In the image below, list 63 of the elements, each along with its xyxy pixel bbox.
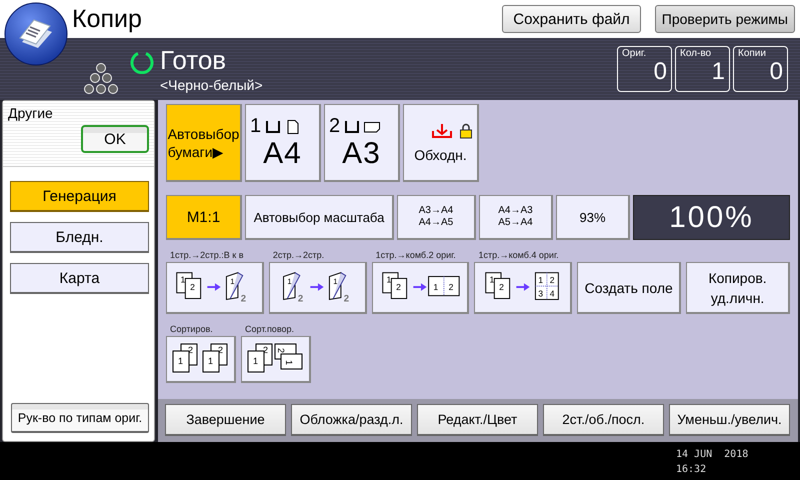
bypass-tray-button[interactable]: Обходн. (403, 104, 479, 182)
ratio-button[interactable]: M1:1 (166, 195, 242, 240)
option-caption: Сортиров. (169, 324, 214, 336)
ratio-preset-label: A4→A5 (418, 217, 454, 229)
counter-label: Копии (738, 48, 767, 59)
status-text: Готов (160, 45, 228, 75)
tray-icon (265, 120, 282, 134)
function-tab[interactable]: Уменьш./увелич. (669, 404, 790, 436)
paper-size: A3 (342, 138, 381, 170)
original-type-button[interactable]: Бледн. (10, 222, 149, 253)
ratio-preset-button[interactable]: A4→A3 A5→A4 (479, 195, 553, 240)
function-button[interactable]: Копиров. уд.личн. (686, 262, 790, 314)
ratio-button[interactable]: 93% (556, 195, 630, 240)
lock-icon (459, 122, 473, 138)
option-caption: 1стр.→комб.4 ориг. (477, 250, 560, 262)
app-title: Копир (72, 4, 143, 34)
date-text: 14 JUN 2018 (676, 448, 750, 462)
layout-button[interactable]: 1 2 1 2 (166, 262, 264, 314)
counter-label: Ориг. (622, 48, 648, 59)
option-caption: Сорт.повор. (244, 324, 296, 336)
layout-button[interactable]: 1 2 1 2 3 4 (474, 262, 572, 314)
ratio-preset-label: A3→A4 (418, 205, 454, 217)
option-caption: 1стр.→2стр.:В к в (169, 250, 244, 262)
check-modes-button[interactable]: Проверить режимы (654, 5, 795, 33)
time-text: 16:32 (676, 463, 708, 477)
tray-number: 1 (250, 115, 262, 138)
counter-value: 0 (768, 59, 783, 85)
function-tab[interactable]: Обложка/разд.л. (291, 404, 412, 436)
save-file-button[interactable]: Сохранить файл (502, 5, 641, 33)
bypass-icon (431, 122, 453, 138)
color-mode-text: <Черно-белый> (160, 77, 264, 93)
tray-number: 2 (329, 115, 340, 138)
function-button[interactable]: Создать поле (577, 262, 682, 314)
option-caption: 2стр.→2стр. (272, 250, 326, 262)
paper-tray-button[interactable]: 1 A4 (245, 104, 321, 182)
counter-value: 0 (652, 59, 667, 85)
page-icon (285, 120, 302, 134)
original-type-button[interactable]: Генерация (10, 181, 149, 212)
paper-size: A4 (263, 138, 302, 170)
ok-button[interactable]: OK (81, 125, 149, 153)
function-tab[interactable]: Редакт./Цвет (417, 404, 538, 436)
guide-button[interactable]: Рук-во по типам ориг. (11, 403, 149, 433)
bypass-label: Обходн. (414, 146, 467, 162)
paper-tray-button[interactable]: 2 A3 (324, 104, 400, 182)
function-tab[interactable]: Завершение (165, 404, 286, 436)
dots-icon (84, 63, 118, 95)
ratio-preset-label: A4→A3 (497, 205, 534, 217)
panel-title: Другие (8, 105, 54, 121)
auto-paper-button[interactable]: Автовыбор бумаги▶ (166, 104, 242, 182)
layout-button[interactable]: 1 2 1 2 (268, 262, 367, 314)
status-ring-icon (130, 50, 154, 74)
option-caption: 1стр.→комб.2 ориг. (374, 250, 457, 262)
ratio-preset-button[interactable]: A3→A4 A4→A5 (397, 195, 476, 240)
original-type-button[interactable]: Карта (10, 263, 149, 294)
page-icon (364, 120, 380, 134)
counter-label: Кол-во (680, 48, 712, 59)
ratio-display: 100% (633, 195, 790, 240)
tray-icon (344, 120, 360, 134)
counter-value: 1 (710, 59, 725, 85)
ratio-preset-label: A5→A4 (497, 217, 534, 229)
layout-button[interactable]: 1 2 1 2 (372, 262, 470, 314)
function-tab[interactable]: 2ст./об./посл. (543, 404, 664, 436)
ratio-button[interactable]: Автовыбор масштаба (245, 195, 394, 240)
